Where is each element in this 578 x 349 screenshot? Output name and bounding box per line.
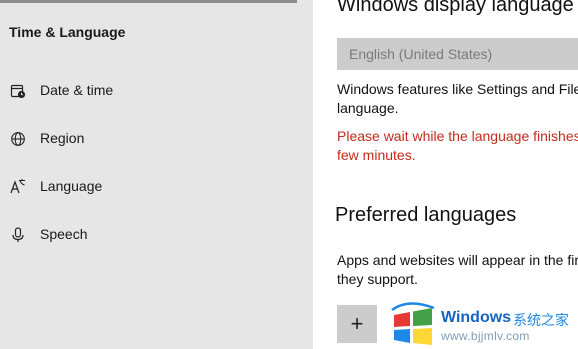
windows-logo-icon [391, 302, 435, 345]
sidebar-item-label: Date & time [40, 82, 114, 98]
sidebar-section-title: Time & Language [9, 24, 126, 40]
language-icon [9, 178, 27, 196]
sidebar-item-region[interactable]: Region [0, 119, 313, 159]
display-language-dropdown[interactable]: English (United States) [337, 38, 578, 70]
sidebar-item-label: Language [40, 178, 103, 194]
add-language-button[interactable]: + [337, 305, 377, 343]
watermark-url: www.bjjmlv.com [441, 329, 530, 343]
display-language-description-line2: language. [337, 100, 399, 116]
main-content: Windows display language English (United… [313, 0, 578, 349]
watermark-brand-cn: 系统之家 [513, 312, 569, 328]
microphone-icon [9, 226, 27, 244]
sidebar-item-label: Speech [40, 226, 88, 242]
sidebar-item-language[interactable]: Language [0, 167, 313, 207]
sidebar-item-label: Region [40, 130, 85, 146]
preferred-languages-heading: Preferred languages [335, 204, 517, 226]
watermark-brand: Windows [441, 309, 512, 326]
search-box-edge[interactable] [0, 0, 297, 3]
sidebar: Time & Language Date & time Region Langu… [0, 0, 313, 349]
language-warning-line1: Please wait while the language finishes [337, 128, 578, 144]
calendar-clock-icon [9, 82, 27, 100]
sidebar-item-date-time[interactable]: Date & time [0, 71, 313, 111]
display-language-description-line1: Windows features like Settings and File [337, 81, 578, 97]
language-warning-line2: few minutes. [337, 147, 416, 163]
watermark: Windows 系统之家 www.bjjmlv.com [386, 298, 578, 349]
display-language-heading: Windows display language [337, 0, 574, 16]
preferred-languages-description-line1: Apps and websites will appear in the fir [337, 252, 578, 268]
preferred-languages-description-line2: they support. [337, 271, 418, 287]
sidebar-item-speech[interactable]: Speech [0, 215, 313, 255]
globe-icon [9, 130, 27, 148]
